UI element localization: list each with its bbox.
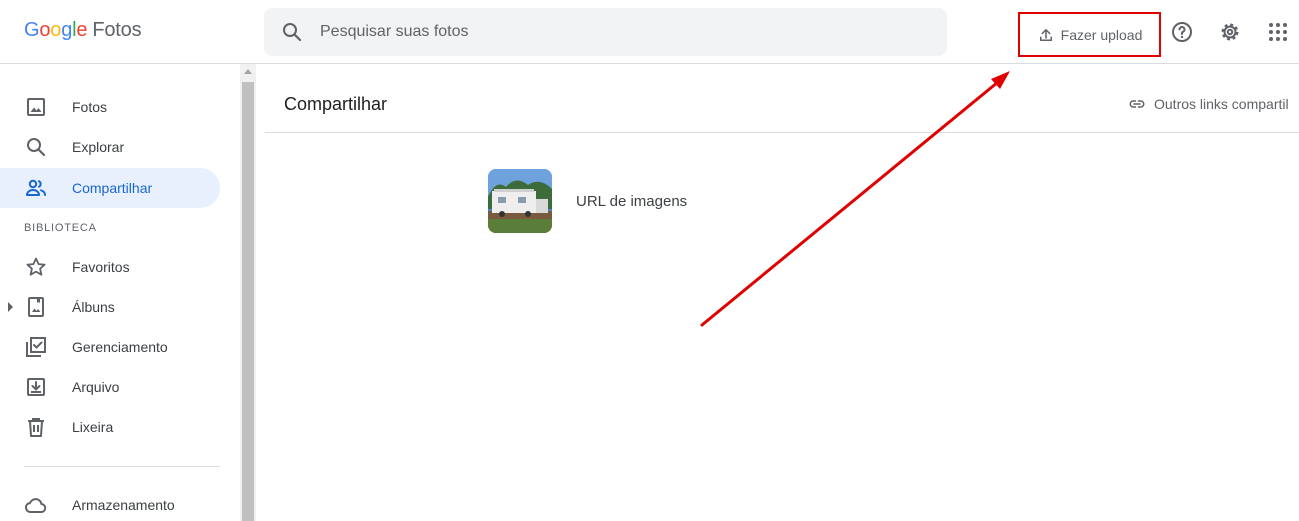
- scroll-up-arrow-icon[interactable]: [244, 69, 252, 74]
- sidebar-item-gerenciamento[interactable]: Gerenciamento: [0, 327, 220, 367]
- album-icon: [28, 297, 44, 317]
- people-icon: [26, 179, 46, 196]
- trash-icon: [28, 418, 44, 437]
- logo-letter: G: [24, 19, 40, 41]
- sidebar-item-label: Compartilhar: [72, 180, 153, 196]
- shared-item-thumbnail[interactable]: [488, 169, 552, 233]
- sidebar-divider: [24, 466, 220, 467]
- sidebar-item-label: Álbuns: [72, 299, 115, 315]
- library-section-label: BIBLIOTECA: [24, 222, 97, 234]
- google-photos-logo[interactable]: Google Fotos: [24, 19, 142, 42]
- sidebar-item-label: Gerenciamento: [72, 339, 168, 355]
- sidebar-item-albuns[interactable]: Álbuns: [0, 287, 220, 327]
- link-icon: [1129, 100, 1145, 108]
- scrollbar-thumb[interactable]: [242, 82, 254, 521]
- logo-letter: g: [61, 19, 73, 41]
- gear-icon[interactable]: [1218, 20, 1242, 44]
- star-icon: [26, 257, 46, 276]
- upload-icon: [1039, 28, 1052, 41]
- logo-letter: o: [50, 19, 62, 41]
- logo-letter: o: [39, 19, 51, 41]
- help-icon[interactable]: [1170, 20, 1194, 44]
- cloud-icon: [24, 498, 47, 513]
- shared-item[interactable]: URL de imagens: [488, 169, 748, 233]
- logo-product-name: Fotos: [92, 19, 142, 41]
- logo-letter: e: [76, 19, 88, 41]
- sidebar-item-lixeira[interactable]: Lixeira: [0, 407, 220, 447]
- google-photos-page: GoogleFotos Fazer upload: [0, 0, 1299, 521]
- sidebar-item-fotos[interactable]: Fotos: [0, 87, 220, 127]
- sidebar-item-label: Fotos: [72, 99, 108, 115]
- shared-item-label: URL de imagens: [576, 193, 688, 210]
- sidebar-item-armazenamento[interactable]: Armazenamento: [0, 485, 220, 521]
- upload-button-label: Fazer upload: [1060, 26, 1143, 43]
- page-title: Compartilhar: [284, 94, 388, 114]
- search-bar[interactable]: [264, 8, 947, 56]
- manage-icon: [26, 337, 46, 357]
- apps-grid-icon[interactable]: [1266, 20, 1290, 44]
- sidebar-item-label: Armazenamento: [72, 497, 175, 513]
- sidebar: Fotos Explorar Compartilhar BIBLIOTECA F…: [0, 64, 240, 521]
- search-icon[interactable]: [280, 20, 304, 44]
- photo-icon: [27, 98, 45, 116]
- sidebar-item-label: Explorar: [72, 139, 125, 155]
- sidebar-item-label: Arquivo: [72, 379, 120, 395]
- sidebar-item-label: Favoritos: [72, 259, 130, 275]
- other-links-button[interactable]: Outros links compartil: [1128, 95, 1289, 113]
- sidebar-item-label: Lixeira: [72, 419, 114, 435]
- sidebar-item-favoritos[interactable]: Favoritos: [0, 247, 220, 287]
- sidebar-item-compartilhar[interactable]: Compartilhar: [0, 168, 220, 208]
- sidebar-item-explorar[interactable]: Explorar: [0, 127, 220, 167]
- upload-button[interactable]: Fazer upload: [1018, 12, 1161, 57]
- archive-icon: [27, 378, 45, 396]
- search-input[interactable]: [320, 8, 920, 56]
- sidebar-item-arquivo[interactable]: Arquivo: [0, 367, 220, 407]
- content-divider: [265, 132, 1299, 133]
- top-bar: GoogleFotos Fazer upload: [0, 0, 1299, 64]
- other-links-label: Outros links compartil: [1154, 96, 1289, 112]
- search-icon: [27, 138, 46, 157]
